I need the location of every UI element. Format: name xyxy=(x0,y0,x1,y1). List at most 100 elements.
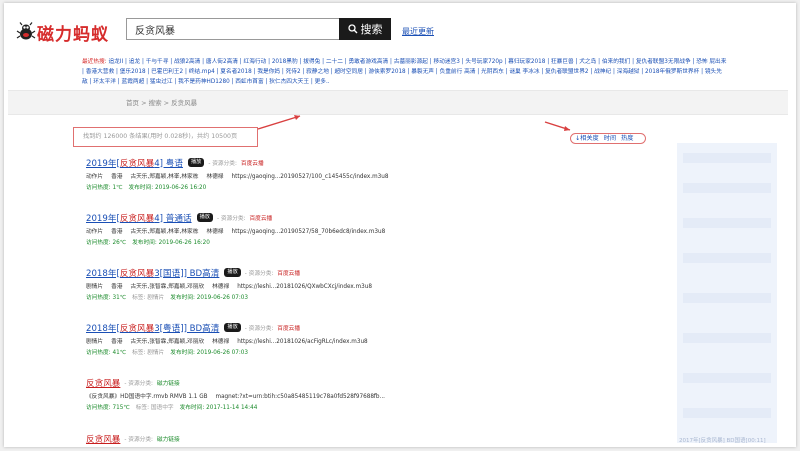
description-field: https://leshi...20181026/QXwbCXcj/index.… xyxy=(237,284,372,290)
hot-search-link[interactable]: 恐怖 屁出来 xyxy=(696,59,726,65)
annotation-arrow-right xyxy=(544,121,571,131)
result-stats: 找到约 126000 条结果(用时 0.028秒)，共约 10500页 xyxy=(73,127,258,147)
title-prefix: 2019年[ xyxy=(86,213,120,224)
play-badge[interactable]: 播放 xyxy=(187,158,205,167)
hot-search-link[interactable]: 移动迷宫3 xyxy=(433,59,459,65)
heat-value: 31℃ xyxy=(112,295,127,301)
result-title-link[interactable]: 反贪风暴 xyxy=(86,377,120,389)
hot-search-link[interactable]: 蓝霞两超 xyxy=(122,79,145,85)
category-label: - 资源分类: xyxy=(216,216,246,222)
category-value: 百度云播 xyxy=(249,216,273,222)
result-description: 动作片 香港 古天乐,郑嘉颖,林峯,林家栋 林德禄 https://gaoqing...… xyxy=(86,229,385,236)
hot-search-link[interactable]: 战神纪 xyxy=(594,69,611,75)
heat-label: 访问热度: xyxy=(86,405,111,411)
hot-search-link[interactable]: 复仇者联盟3无限战争 xyxy=(636,59,691,65)
hot-search-link[interactable]: 我是你妈 xyxy=(257,69,280,75)
hot-search-link[interactable]: 猛虫过江 xyxy=(150,79,173,85)
result-title-link[interactable]: 2018年[反贪风暴3[粤语]] BD高清 xyxy=(86,322,219,334)
latest-updates-link[interactable]: 最近更新 xyxy=(402,26,434,37)
title-suffix: 3[国语]] BD高清 xyxy=(154,268,220,279)
description-field: 林德禄 xyxy=(212,339,230,345)
hot-search-link[interactable]: 香港大营救 xyxy=(86,69,114,75)
title-highlight: 反贪风暴 xyxy=(119,158,155,169)
hot-search-link[interactable]: 复仇者联盟世界2 xyxy=(545,69,588,75)
hot-search-link[interactable]: 暴裂无声 xyxy=(411,69,434,75)
play-badge[interactable]: 播放 xyxy=(224,268,241,277)
hot-search-link[interactable]: 死侍2 xyxy=(286,69,301,75)
hot-search-link[interactable]: 超时空同居 xyxy=(334,69,362,75)
hot-search-link[interactable]: 夏名者2018 xyxy=(220,69,252,75)
hot-search-link[interactable]: 头号玩家720p xyxy=(465,59,502,65)
heat-value: 1℃ xyxy=(112,185,123,191)
hot-search-link[interactable]: 光阴西东 xyxy=(481,69,504,75)
hot-search-link[interactable]: 伯来的我们 xyxy=(602,59,630,65)
tag-value: 剧情片 xyxy=(147,350,165,356)
search-button-label: 搜索 xyxy=(360,23,383,36)
result-title-link[interactable]: 2018年[反贪风暴3[国语]] BD高清 xyxy=(86,267,219,279)
sort-option[interactable]: ↓相关度 xyxy=(575,134,599,143)
hot-search-link[interactable]: 深海越狱 xyxy=(617,69,640,75)
publish-time-label: 发布时间: xyxy=(128,185,154,191)
hot-search-link[interactable]: 追龙II xyxy=(108,59,123,65)
result-title-link[interactable]: 反贪风暴 xyxy=(86,433,120,445)
hot-search-link[interactable]: 红海行动 xyxy=(244,59,267,65)
play-badge[interactable]: 播放 xyxy=(224,323,241,332)
sort-option[interactable]: 时间 xyxy=(604,134,616,143)
hot-search-link[interactable]: 追龙 xyxy=(129,59,140,65)
hot-search-link[interactable]: 战狼2高清 xyxy=(174,59,200,65)
result-title-row: 反贪风暴 - 资源分类: 磁力链接 xyxy=(86,377,385,389)
browser-page: 磁力蚂蚁 搜索 最近更新 最近热搜: 追龙II | 追龙 | 千与千寻 | 战狼… xyxy=(4,3,796,447)
category-value: 百度云播 xyxy=(277,271,301,277)
search-bar: 搜索 xyxy=(126,18,391,40)
title-suffix: 4] 粤语 xyxy=(154,158,183,169)
sidebar-ad xyxy=(677,143,777,443)
hot-search-link[interactable]: 千与千寻 xyxy=(146,59,169,65)
result-description: 剧情片 香港 古天乐,张智霖,郑嘉颖,邓丽欣 林德禄 https://leshi...2… xyxy=(86,339,368,346)
publish-time-value: 2017-11-14 14:44 xyxy=(206,405,258,411)
hot-search-link[interactable]: 游侠索罗2018 xyxy=(368,69,405,75)
play-badge[interactable]: 播放 xyxy=(196,213,213,222)
sort-option[interactable]: 热度 xyxy=(621,134,633,143)
title-suffix: 4] 普通话 xyxy=(154,213,192,224)
hot-search-link[interactable]: 暮归玩家2018 xyxy=(508,59,545,65)
search-button[interactable]: 搜索 xyxy=(339,18,391,40)
result-item: 2018年[反贪风暴3[国语]] BD高清 播放 - 资源分类: 百度云播 剧情片 香港 古… xyxy=(86,267,372,302)
category-value: 百度云播 xyxy=(240,161,264,167)
hot-search-link[interactable]: 环太平洋 xyxy=(93,79,116,85)
hot-search-link[interactable]: 2018年俄罗斯世界杯 xyxy=(645,69,699,75)
hot-search-link[interactable]: 勇敢者游戏高清 xyxy=(348,59,388,65)
hot-search-link[interactable]: 古墓丽影源起 xyxy=(394,59,428,65)
hot-search-link[interactable]: 终结.mp4 xyxy=(189,69,215,75)
result-description: 动作片 香港 古天乐,郑嘉颖,林峯,林家栋 林德禄 https://gaoqing...… xyxy=(86,174,389,181)
category-value: 百度云播 xyxy=(277,326,301,332)
hot-search-link[interactable]: 二十二 xyxy=(326,59,343,65)
hot-search-link[interactable]: 狂暴巨兽 xyxy=(551,59,574,65)
result-title-link[interactable]: 2019年[反贪风暴4] 粤语 xyxy=(86,157,183,169)
hot-search-link[interactable]: 更多.. xyxy=(315,79,330,85)
hot-search-link[interactable]: 寂静之地 xyxy=(306,69,329,75)
hot-search-link[interactable]: 拔得兔 xyxy=(303,59,320,65)
hot-search-link[interactable]: 谜巢 李冰冰 xyxy=(509,69,539,75)
heat-value: 41℃ xyxy=(112,350,127,356)
site-logo[interactable]: 磁力蚂蚁 xyxy=(16,21,109,45)
hot-search-link[interactable]: 负重前行 高清 xyxy=(440,69,476,75)
hot-search-link[interactable]: 西虹市首富 xyxy=(235,79,263,85)
hot-search-link[interactable]: 堡乐2018 xyxy=(120,69,146,75)
hot-search-link[interactable]: 唐人街2高清 xyxy=(206,59,238,65)
description-field: 香港 xyxy=(111,339,123,345)
title-highlight: 反贪风暴 xyxy=(119,268,155,279)
hot-search-link[interactable]: 狄仁杰四大天王 xyxy=(269,79,309,85)
hot-searches-label: 最近热搜: xyxy=(82,59,107,65)
search-input[interactable] xyxy=(126,18,339,40)
description-field: https://leshi...20181026/acFigRLc/index.… xyxy=(237,339,368,345)
publish-time-label: 发布时间: xyxy=(170,295,195,301)
title-highlight: 反贪风暴 xyxy=(119,323,155,334)
result-description: 《反贪风暴》HD国语中字.rmvb RMVB 1.1 GB magnet:?xt=… xyxy=(86,394,385,401)
description-field: 香港 xyxy=(111,174,123,180)
hot-search-link[interactable]: 我不是药神HD1280 xyxy=(178,79,230,85)
hot-search-link[interactable]: 犬之岛 xyxy=(579,59,596,65)
result-title-link[interactable]: 2019年[反贪风暴4] 普通话 xyxy=(86,212,192,224)
hot-search-link[interactable]: 2018黑豹 xyxy=(272,59,298,65)
category-label: - 资源分类: xyxy=(208,161,237,167)
hot-search-link[interactable]: 巴霍巴利王2 xyxy=(151,69,183,75)
